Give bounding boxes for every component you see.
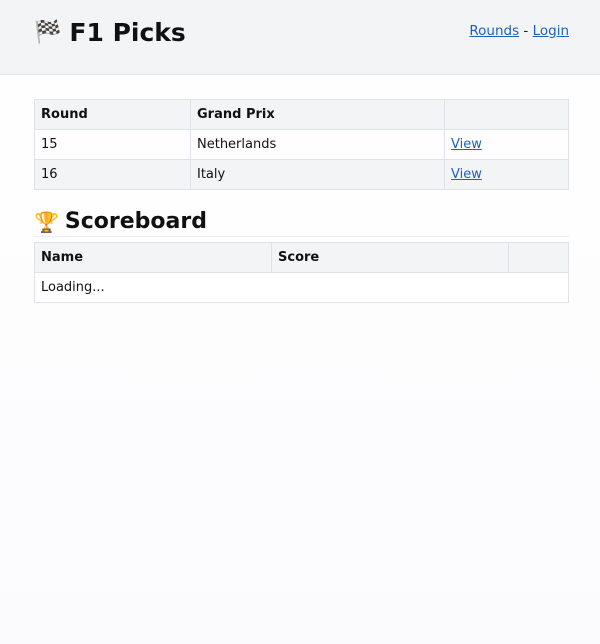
- top-nav: Rounds - Login: [469, 23, 569, 39]
- table-row: Loading...: [34, 272, 569, 303]
- checkered-flag-icon: 🏁: [34, 19, 62, 45]
- column-header-name: Name: [34, 242, 272, 273]
- grand-prix-cell: Italy: [190, 159, 445, 190]
- view-round-link[interactable]: View: [451, 137, 482, 152]
- rounds-link[interactable]: Rounds: [469, 23, 519, 39]
- scoreboard-heading: 🏆 Scoreboard: [34, 209, 569, 237]
- round-number-cell: 16: [34, 159, 191, 190]
- column-header-round: Round: [34, 99, 191, 130]
- rounds-table-header-row: Round Grand Prix: [34, 99, 569, 130]
- column-header-grand-prix: Grand Prix: [190, 99, 445, 130]
- round-number-cell: 15: [34, 129, 191, 160]
- view-round-link[interactable]: View: [451, 167, 482, 182]
- grand-prix-cell: Netherlands: [190, 129, 445, 160]
- login-link[interactable]: Login: [533, 23, 569, 39]
- scoreboard-header-row: Name Score: [34, 242, 569, 273]
- trophy-icon: 🏆: [34, 209, 59, 234]
- nav-separator: -: [523, 23, 529, 39]
- column-header-extra: [508, 242, 569, 273]
- action-cell: View: [444, 159, 569, 190]
- column-header-score: Score: [271, 242, 509, 273]
- page-title: F1 Picks: [69, 18, 186, 47]
- rounds-table: Round Grand Prix 15 Netherlands View 16 …: [34, 99, 569, 190]
- action-cell: View: [444, 129, 569, 160]
- scoreboard-title: Scoreboard: [64, 209, 207, 234]
- page-header: 🏁 F1 Picks Rounds - Login: [0, 0, 600, 75]
- table-row: 15 Netherlands View: [34, 129, 569, 160]
- scoreboard-table: Name Score Loading...: [34, 242, 569, 303]
- column-header-actions: [444, 99, 569, 130]
- main-content: Round Grand Prix 15 Netherlands View 16 …: [0, 75, 600, 303]
- brand: 🏁 F1 Picks: [34, 18, 186, 47]
- loading-message: Loading...: [34, 272, 569, 303]
- table-row: 16 Italy View: [34, 159, 569, 190]
